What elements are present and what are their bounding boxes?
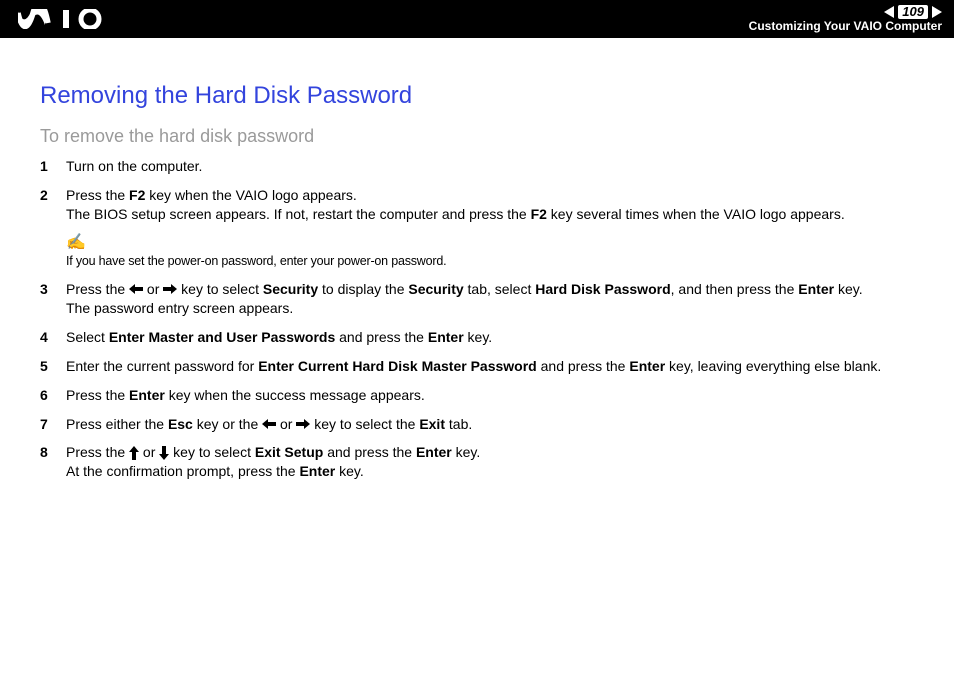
step-text: or: [276, 416, 296, 432]
step-1: Turn on the computer.: [40, 157, 914, 176]
step-text: , and then press the: [671, 281, 799, 297]
content: Removing the Hard Disk Password To remov…: [0, 38, 954, 481]
step-text: Press the: [66, 387, 129, 403]
note-text: If you have set the power-on password, e…: [66, 253, 914, 270]
arrow-right-icon: [296, 419, 310, 429]
step-8: Press the or key to select Exit Setup an…: [40, 443, 914, 481]
steps-list: Turn on the computer. Press the F2 key w…: [40, 157, 914, 481]
key-name: Exit Setup: [255, 444, 323, 460]
step-text: Press either the: [66, 416, 168, 432]
key-name: Enter: [129, 387, 165, 403]
step-text: Press the: [66, 187, 129, 203]
step-text: The BIOS setup screen appears. If not, r…: [66, 206, 531, 222]
page-nav: 109: [749, 5, 942, 19]
step-text: and press the: [335, 329, 428, 345]
step-text: Press the: [66, 281, 129, 297]
step-text: key to select the: [310, 416, 419, 432]
key-name: Security: [263, 281, 318, 297]
key-name: Enter: [629, 358, 665, 374]
step-text: and press the: [537, 358, 630, 374]
arrow-left-icon: [129, 284, 143, 294]
page-title: Removing the Hard Disk Password: [40, 82, 914, 110]
page-number: 109: [898, 5, 928, 19]
step-3: Press the or key to select Security to d…: [40, 280, 914, 318]
key-name: Enter: [798, 281, 834, 297]
arrow-down-icon: [159, 446, 169, 460]
step-6: Press the Enter key when the success mes…: [40, 386, 914, 405]
vaio-logo-svg: [18, 9, 110, 29]
step-text: Press the: [66, 444, 129, 460]
nav-prev-icon[interactable]: [884, 6, 894, 18]
step-2: Press the F2 key when the VAIO logo appe…: [40, 186, 914, 270]
key-name: Enter: [416, 444, 452, 460]
arrow-left-icon: [262, 419, 276, 429]
key-name: Esc: [168, 416, 193, 432]
step-text: key.: [464, 329, 493, 345]
step-text: key when the success message appears.: [165, 387, 425, 403]
step-text: to display the: [318, 281, 408, 297]
key-name: Enter: [428, 329, 464, 345]
step-text: or: [143, 281, 163, 297]
step-7: Press either the Esc key or the or key t…: [40, 415, 914, 434]
step-text: key.: [834, 281, 863, 297]
step-text: Select: [66, 329, 109, 345]
page-header: 109 Customizing Your VAIO Computer: [0, 0, 954, 38]
key-name: Enter: [299, 463, 335, 479]
step-text: and press the: [323, 444, 416, 460]
note-icon: ✍: [66, 232, 86, 254]
step-text: key several times when the VAIO logo app…: [547, 206, 845, 222]
step-text: key.: [335, 463, 364, 479]
step-text: or: [139, 444, 159, 460]
arrow-up-icon: [129, 446, 139, 460]
step-text: key to select: [169, 444, 255, 460]
page-subtitle: To remove the hard disk password: [40, 126, 914, 147]
key-name: Exit: [419, 416, 445, 432]
section-title: Customizing Your VAIO Computer: [749, 20, 942, 33]
nav-next-icon[interactable]: [932, 6, 942, 18]
key-name: F2: [129, 187, 145, 203]
key-name: Hard Disk Password: [535, 281, 670, 297]
step-5: Enter the current password for Enter Cur…: [40, 357, 914, 376]
vaio-logo: [18, 9, 110, 29]
step-text: tab.: [445, 416, 472, 432]
step-text: At the confirmation prompt, press the: [66, 463, 299, 479]
key-name: F2: [531, 206, 547, 222]
key-name: Security: [408, 281, 463, 297]
step-text: The password entry screen appears.: [66, 300, 293, 316]
step-text: key to select: [177, 281, 263, 297]
step-text: Enter the current password for: [66, 358, 258, 374]
step-text: key.: [452, 444, 481, 460]
step-4: Select Enter Master and User Passwords a…: [40, 328, 914, 347]
step-text: key, leaving everything else blank.: [665, 358, 881, 374]
arrow-right-icon: [163, 284, 177, 294]
header-right: 109 Customizing Your VAIO Computer: [749, 5, 942, 33]
step-text: key when the VAIO logo appears.: [145, 187, 356, 203]
key-name: Enter Current Hard Disk Master Password: [258, 358, 537, 374]
key-name: Enter Master and User Passwords: [109, 329, 335, 345]
step-text: key or the: [193, 416, 262, 432]
step-text: tab, select: [464, 281, 536, 297]
step-text: Turn on the computer.: [66, 158, 202, 174]
note: ✍ If you have set the power-on password,…: [66, 232, 914, 270]
